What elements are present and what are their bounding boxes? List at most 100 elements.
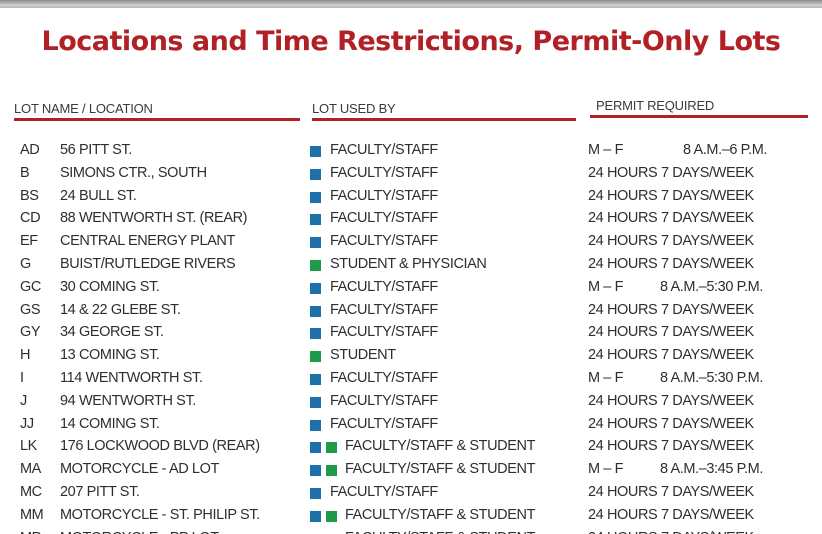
header-lot-name-label: LOT NAME / LOCATION (14, 101, 153, 116)
lot-used-by: FACULTY/STAFF (330, 187, 438, 204)
table-row: H 13 COMING ST. STUDENT 24 HOURS 7 DAYS/WEE… (0, 346, 822, 369)
lot-location: SIMONS CTR., SOUTH (60, 164, 207, 181)
faculty-staff-swatch-icon (310, 419, 321, 431)
lot-used-by: FACULTY/STAFF & STUDENT (345, 530, 535, 534)
faculty-staff-swatch-icon (310, 168, 321, 180)
table-row: GY 34 GEORGE ST. FACULTY/STAFF 24 HOURS 7 D… (0, 323, 822, 346)
permit-days: 24 HOURS 7 DAYS/WEEK (588, 506, 754, 523)
lot-code: MA (20, 461, 41, 478)
table-row: LK 176 LOCKWOOD BLVD (REAR) FACULTY/STAFF … (0, 437, 822, 460)
permit-days: M – F (588, 278, 624, 295)
lot-location: 176 LOCKWOOD BLVD (REAR) (60, 438, 260, 455)
permit-hours: 8 A.M.–5:30 P.M. (660, 278, 763, 295)
lot-used-by: FACULTY/STAFF (330, 324, 438, 341)
table-row: JJ 14 COMING ST. FACULTY/STAFF 24 HOURS 7 D… (0, 415, 822, 438)
lot-used-by: FACULTY/STAFF & STUDENT (345, 438, 536, 455)
lot-code: CD (20, 210, 41, 227)
lot-used-by: FACULTY/STAFF (330, 210, 438, 227)
lot-code: G (20, 255, 31, 272)
faculty-staff-swatch-icon (310, 487, 321, 499)
lot-used-by: FACULTY/STAFF (330, 369, 438, 386)
student-swatch-icon (310, 351, 321, 363)
faculty-staff-swatch-icon (310, 373, 321, 385)
lot-code: AD (20, 142, 40, 158)
table-row: GC 30 COMING ST. FACULTY/STAFF M – F 8 A.M.–… (0, 278, 822, 301)
header-permit-required: PERMIT REQUIRED (590, 96, 808, 118)
lot-location: CENTRAL ENERGY PLANT (60, 233, 235, 250)
permit-days: 24 HOURS 7 DAYS/WEEK (588, 255, 754, 272)
lot-location: 88 WENTWORTH ST. (REAR) (60, 210, 248, 227)
table-row: MC 207 PITT ST. FACULTY/STAFF 24 HOURS 7 DA… (0, 483, 822, 506)
lot-used-by: FACULTY/STAFF (330, 301, 438, 318)
permit-days: 24 HOURS 7 DAYS/WEEK (588, 347, 754, 364)
lot-code: GC (20, 278, 41, 295)
lot-used-by: FACULTY/STAFF (330, 278, 438, 295)
table-row: MM MOTORCYCLE - ST. PHILIP ST. FACULTY/STA… (0, 506, 822, 529)
lot-used-by: FACULTY/STAFF & STUDENT (345, 506, 536, 523)
lot-location: 56 PITT ST. (60, 142, 132, 158)
permit-hours: 8 A.M.–5:30 P.M. (660, 369, 763, 386)
lot-location: 34 GEORGE ST. (60, 324, 164, 341)
lot-code: GS (20, 301, 41, 318)
permit-hours: 8 A.M.–6 P.M. (683, 142, 767, 158)
faculty-staff-swatch-icon (310, 305, 321, 317)
faculty-staff-swatch-icon (310, 237, 321, 249)
lot-location: 24 BULL ST. (60, 187, 137, 204)
lot-code: MP (20, 530, 41, 534)
lot-code: JJ (20, 415, 34, 432)
lot-used-by: FACULTY/STAFF (330, 233, 438, 250)
table-row: MA MOTORCYCLE - AD LOT FACULTY/STAFF & STU… (0, 460, 822, 483)
faculty-staff-swatch-icon (310, 465, 321, 477)
lot-used-by: FACULTY/STAFF (330, 415, 438, 432)
lot-location: 14 & 22 GLEBE ST. (60, 301, 181, 318)
permit-days: 24 HOURS 7 DAYS/WEEK (588, 483, 754, 500)
lot-used-by: FACULTY/STAFF (330, 164, 438, 181)
permit-days: 24 HOURS 7 DAYS/WEEK (588, 233, 754, 250)
table-row: MP MOTORCYCLE - PP LOT FACULTY/STAFF & STU… (0, 529, 822, 534)
faculty-staff-swatch-icon (310, 442, 321, 454)
lot-used-by: FACULTY/STAFF (330, 392, 438, 409)
lot-code: H (20, 347, 31, 364)
lot-table: AD 56 PITT ST. FACULTY/STAFF M – F 8 A.M.–6 … (0, 141, 822, 534)
lot-code: MC (20, 483, 42, 500)
lot-location: MOTORCYCLE - AD LOT (60, 461, 219, 478)
permit-hours: 8 A.M.–3:45 P.M. (660, 461, 763, 478)
lot-location: 13 COMING ST. (60, 347, 160, 364)
lot-used-by: STUDENT (330, 347, 396, 364)
table-row: AD 56 PITT ST. FACULTY/STAFF M – F 8 A.M.–6 … (0, 141, 822, 164)
table-row: G BUIST/RUTLEDGE RIVERS STUDENT & PHYSICIA… (0, 255, 822, 278)
table-row: GS 14 & 22 GLEBE ST. FACULTY/STAFF 24 HOURS… (0, 301, 822, 324)
lot-code: BS (20, 187, 39, 204)
faculty-staff-swatch-icon (310, 191, 321, 203)
student-swatch-icon (326, 465, 337, 477)
table-row: I 114 WENTWORTH ST. FACULTY/STAFF M – F 8 A.… (0, 369, 822, 392)
table-row: CD 88 WENTWORTH ST. (REAR) FACULTY/STAFF 24… (0, 209, 822, 232)
table-row: BS 24 BULL ST. FACULTY/STAFF 24 HOURS 7 DAY… (0, 187, 822, 210)
table-row: B SIMONS CTR., SOUTH FACULTY/STAFF 24 HOURS… (0, 164, 822, 187)
permit-days: M – F (588, 369, 624, 386)
lot-location: 14 COMING ST. (60, 415, 160, 432)
lot-code: I (20, 369, 24, 386)
lot-used-by: FACULTY/STAFF & STUDENT (345, 461, 536, 478)
permit-days: M – F (588, 142, 624, 158)
table-row: EF CENTRAL ENERGY PLANT FACULTY/STAFF 24 HO… (0, 232, 822, 255)
faculty-staff-swatch-icon (310, 510, 321, 522)
lot-location: MOTORCYCLE - ST. PHILIP ST. (60, 506, 260, 523)
header-lot-name: LOT NAME / LOCATION (14, 96, 300, 121)
table-row: J 94 WENTWORTH ST. FACULTY/STAFF 24 HOURS 7… (0, 392, 822, 415)
permit-days: M – F (588, 461, 624, 478)
faculty-staff-swatch-icon (310, 396, 321, 408)
lot-location: MOTORCYCLE - PP LOT (60, 530, 219, 534)
lot-location: BUIST/RUTLEDGE RIVERS (60, 255, 236, 272)
lot-location: 114 WENTWORTH ST. (60, 369, 203, 386)
header-lot-used-by: LOT USED BY (312, 96, 576, 121)
lot-location: 207 PITT ST. (60, 483, 140, 500)
lot-code: B (20, 164, 30, 181)
page-title: Locations and Time Restrictions, Permit-… (41, 26, 781, 57)
lot-code: MM (20, 506, 44, 523)
lot-code: GY (20, 324, 41, 341)
lot-used-by: STUDENT & PHYSICIAN (330, 255, 487, 272)
permit-days: 24 HOURS 7 DAYS/WEEK (588, 392, 754, 409)
header-lot-used-by-label: LOT USED BY (312, 101, 396, 116)
permit-days: 24 HOURS 7 DAYS/WEEK (588, 530, 754, 534)
